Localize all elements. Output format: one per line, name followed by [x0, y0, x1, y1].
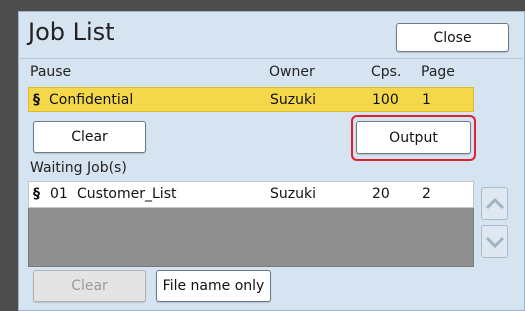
- job-page: 1: [422, 92, 431, 108]
- job-owner: Suzuki: [270, 186, 316, 202]
- page-column-label: Page: [421, 64, 455, 80]
- secure-job-icon: §: [33, 92, 40, 108]
- job-name: Confidential: [49, 92, 134, 108]
- paused-job-row[interactable]: § Confidential Suzuki 100 1: [28, 87, 474, 112]
- close-button[interactable]: Close: [396, 23, 509, 52]
- scroll-down-button[interactable]: [481, 225, 508, 258]
- job-name: Customer_List: [77, 186, 177, 202]
- job-number: 01: [50, 186, 68, 202]
- clear-waiting-button[interactable]: Clear: [33, 270, 146, 302]
- job-owner: Suzuki: [270, 92, 316, 108]
- pause-column-label: Pause: [30, 64, 72, 80]
- page-title: Job List: [28, 18, 115, 46]
- file-name-only-button[interactable]: File name only: [156, 270, 271, 302]
- chevron-up-icon: [485, 197, 504, 209]
- owner-column-label: Owner: [269, 64, 315, 80]
- clear-paused-button[interactable]: Clear: [33, 121, 146, 153]
- secure-job-icon: §: [33, 186, 40, 202]
- chevron-down-icon: [485, 236, 504, 248]
- copies-column-label: Cps.: [371, 64, 402, 80]
- job-copies: 20: [372, 186, 390, 202]
- job-copies: 100: [372, 92, 399, 108]
- output-button[interactable]: Output: [356, 121, 471, 154]
- waiting-job-row[interactable]: § 01 Customer_List Suzuki 20 2: [28, 181, 474, 208]
- job-page: 2: [422, 186, 431, 202]
- scroll-up-button[interactable]: [481, 187, 508, 220]
- header-divider: [18, 58, 525, 59]
- waiting-jobs-label: Waiting Job(s): [30, 160, 127, 176]
